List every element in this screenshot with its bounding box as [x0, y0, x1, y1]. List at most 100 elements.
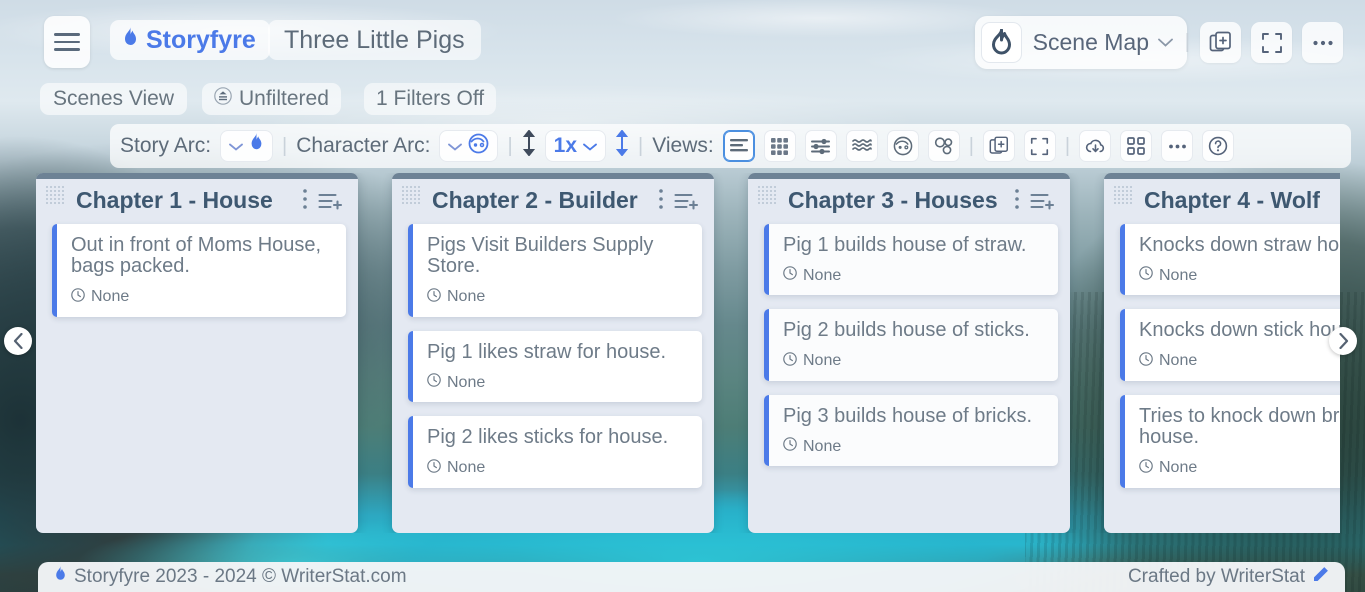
- separator: |: [1185, 31, 1190, 54]
- scene-card[interactable]: Tries to knock down brick house.None: [1120, 395, 1340, 488]
- column-header: Chapter 1 - House: [36, 179, 358, 220]
- scene-card-duration: None: [803, 438, 841, 456]
- story-title[interactable]: Three Little Pigs: [268, 20, 481, 60]
- flame-icon: [122, 27, 139, 53]
- flame-icon: [249, 133, 264, 159]
- duplicate-icon[interactable]: [983, 130, 1015, 162]
- scene-card-text: Pig 1 likes straw for house.: [427, 342, 688, 363]
- hamburger-menu-icon[interactable]: [44, 16, 90, 68]
- scene-card-text: Pig 2 likes sticks for house.: [427, 427, 688, 448]
- scene-card[interactable]: Knocks down straw house. None: [1120, 224, 1340, 295]
- scene-card[interactable]: Pig 2 likes sticks for house. None: [408, 416, 702, 487]
- scene-board: Chapter 1 - House Out in front of Moms Ho…: [36, 173, 1340, 533]
- filters-off-chip[interactable]: 1 Filters Off: [364, 83, 496, 115]
- grid-view-icon[interactable]: [764, 130, 796, 162]
- scene-card[interactable]: Pig 1 builds house of straw. None: [764, 224, 1058, 295]
- scene-card[interactable]: Pig 3 builds house of bricks. None: [764, 395, 1058, 466]
- column-header: Chapter 2 - Builder: [392, 179, 714, 220]
- vertical-dots-icon[interactable]: [658, 188, 664, 213]
- waves-view-icon[interactable]: [846, 130, 878, 162]
- chevron-right-icon[interactable]: [1329, 327, 1357, 355]
- scene-card-duration: None: [447, 288, 485, 306]
- flame-logo-icon: [981, 22, 1022, 63]
- fullscreen-icon[interactable]: [1024, 130, 1056, 162]
- unfiltered-chip[interactable]: Unfiltered: [202, 83, 341, 115]
- fullscreen-icon[interactable]: [1251, 22, 1292, 63]
- column-card-list: Out in front of Moms House, bags packed.…: [36, 220, 358, 329]
- vertical-dots-icon[interactable]: [1014, 188, 1020, 213]
- zoom-level-value: 1x: [554, 134, 577, 158]
- scene-card-text: Knocks down stick house.: [1139, 320, 1340, 341]
- hamburger-bar: [54, 33, 80, 36]
- scene-card[interactable]: Pig 2 builds house of sticks.None: [764, 309, 1058, 380]
- scene-card-meta: None: [1139, 459, 1340, 478]
- header-actions: |: [1185, 22, 1343, 63]
- list-view-icon[interactable]: [723, 130, 755, 162]
- column-header: Chapter 3 - Houses: [748, 179, 1070, 220]
- scene-card-text: Pig 3 builds house of bricks.: [783, 406, 1044, 427]
- separator: |: [638, 135, 643, 158]
- column-title[interactable]: Chapter 2 - Builder: [432, 187, 648, 214]
- scene-card[interactable]: Pigs Visit Builders Supply Store.None: [408, 224, 702, 317]
- more-options-icon[interactable]: [1161, 130, 1193, 162]
- drag-handle-icon[interactable]: [757, 185, 777, 205]
- more-options-icon[interactable]: [1302, 22, 1343, 63]
- story-arc-selector[interactable]: [220, 130, 273, 162]
- scene-card-meta: None: [427, 288, 688, 307]
- clock-icon: [783, 352, 797, 371]
- unfiltered-label: Unfiltered: [239, 87, 329, 111]
- scenes-view-chip[interactable]: Scenes View: [40, 83, 187, 115]
- face-icon: [468, 133, 489, 160]
- character-view-icon[interactable]: [887, 130, 919, 162]
- help-icon[interactable]: [1202, 130, 1234, 162]
- character-arc-selector[interactable]: [439, 130, 498, 162]
- add-scene-icon[interactable]: [1030, 191, 1056, 211]
- sliders-view-icon[interactable]: [805, 130, 837, 162]
- scene-card-duration: None: [91, 288, 129, 306]
- add-scene-icon[interactable]: [318, 191, 344, 211]
- drag-handle-icon[interactable]: [401, 185, 421, 205]
- separator: |: [1065, 135, 1070, 158]
- brand-logo[interactable]: Storyfyre: [110, 20, 270, 60]
- chevron-down-icon: [229, 138, 243, 154]
- clock-icon: [1139, 352, 1153, 371]
- cluster-view-icon[interactable]: [928, 130, 960, 162]
- drag-handle-icon[interactable]: [45, 185, 65, 205]
- clock-icon: [1139, 266, 1153, 285]
- scene-card-text: Pig 1 builds house of straw.: [783, 235, 1044, 256]
- footer-copyright: Storyfyre 2023 - 2024 © WriterStat.com: [74, 566, 407, 588]
- duplicate-icon[interactable]: [1200, 22, 1241, 63]
- scene-card-meta: None: [783, 266, 1044, 285]
- scene-card-duration: None: [447, 459, 485, 477]
- column-card-list: Pigs Visit Builders Supply Store.None Pig…: [392, 220, 714, 500]
- scene-card-duration: None: [1159, 267, 1197, 285]
- board-column: Chapter 4 - Wolf Knocks down straw house.…: [1104, 173, 1340, 533]
- resize-vertical-icon[interactable]: [522, 130, 536, 162]
- grid-apps-icon[interactable]: [1120, 130, 1152, 162]
- scene-card-duration: None: [1159, 352, 1197, 370]
- chevron-left-icon[interactable]: [4, 327, 32, 355]
- story-arc-label: Story Arc:: [120, 134, 211, 158]
- pencil-icon[interactable]: [1312, 566, 1329, 589]
- resize-vertical-blue-icon[interactable]: [615, 130, 629, 162]
- scene-card-duration: None: [1159, 459, 1197, 477]
- scene-card[interactable]: Knocks down stick house. None: [1120, 309, 1340, 380]
- drag-handle-icon[interactable]: [1113, 185, 1133, 205]
- cloud-download-icon[interactable]: [1079, 130, 1111, 162]
- scene-map-selector[interactable]: Scene Map: [975, 16, 1187, 69]
- column-title[interactable]: Chapter 4 - Wolf: [1144, 187, 1340, 214]
- column-title[interactable]: Chapter 3 - Houses: [788, 187, 1004, 214]
- page-footer: Storyfyre 2023 - 2024 © WriterStat.com C…: [38, 562, 1345, 592]
- zoom-level-selector[interactable]: 1x: [545, 130, 606, 162]
- column-title[interactable]: Chapter 1 - House: [76, 187, 292, 214]
- clock-icon: [783, 437, 797, 456]
- scene-card[interactable]: Pig 1 likes straw for house.None: [408, 331, 702, 402]
- add-scene-icon[interactable]: [674, 191, 700, 211]
- clock-icon: [783, 266, 797, 285]
- scene-card-text: Knocks down straw house.: [1139, 235, 1340, 256]
- scene-card-meta: None: [427, 459, 688, 478]
- scene-card[interactable]: Out in front of Moms House, bags packed.…: [52, 224, 346, 317]
- footer-credit[interactable]: Crafted by WriterStat: [1128, 566, 1305, 588]
- vertical-dots-icon[interactable]: [302, 188, 308, 213]
- clock-icon: [427, 459, 441, 478]
